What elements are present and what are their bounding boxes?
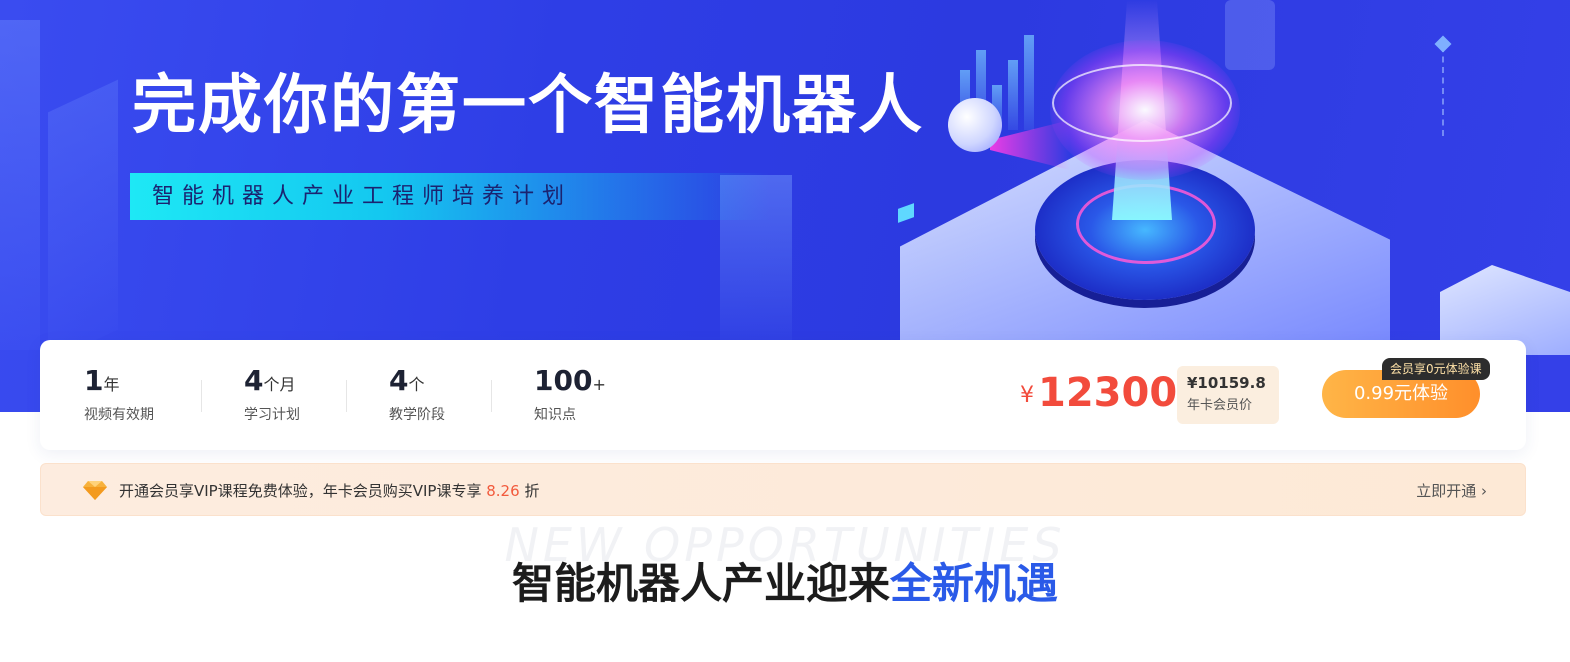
robot-eye-icon bbox=[948, 98, 1002, 152]
stat-unit: + bbox=[592, 375, 606, 394]
stat-label: 视频有效期 bbox=[84, 407, 154, 423]
price-amount: 12300 bbox=[1038, 370, 1178, 416]
hero-title: 完成你的第一个智能机器人 bbox=[132, 69, 924, 143]
divider bbox=[346, 380, 347, 412]
stat-number: 4 bbox=[244, 364, 264, 397]
decor-pillar bbox=[0, 20, 40, 350]
diamond-icon bbox=[83, 481, 107, 500]
hero-subtitle: 智能机器人产业工程师培养计划 bbox=[130, 173, 770, 220]
stat-plan: 4个月 学习计划 bbox=[244, 364, 300, 424]
vip-text-main: 开通会员享VIP课程免费体验，年卡会员购买VIP课专享 bbox=[119, 482, 482, 500]
stat-unit: 个月 bbox=[263, 375, 296, 394]
divider bbox=[201, 380, 202, 412]
stat-label: 学习计划 bbox=[244, 407, 300, 423]
decor-ring bbox=[1052, 64, 1232, 142]
stat-label: 知识点 bbox=[534, 407, 576, 423]
vip-promo-text: 开通会员享VIP课程免费体验，年卡会员购买VIP课专享 8.26 折 bbox=[119, 480, 539, 501]
decor-line bbox=[1442, 46, 1444, 136]
decor-cube bbox=[898, 203, 914, 223]
stat-number: 1 bbox=[84, 364, 104, 397]
member-price-badge: ¥10159.8 年卡会员价 bbox=[1177, 366, 1279, 424]
section-title: 智能机器人产业迎来全新机遇 bbox=[0, 550, 1570, 611]
course-info-card: 1年 视频有效期 4个月 学习计划 4个 教学阶段 100+ 知识点 ¥1230… bbox=[40, 340, 1526, 450]
divider bbox=[491, 380, 492, 412]
stat-number: 100 bbox=[534, 364, 593, 397]
decor-pillar bbox=[48, 79, 118, 363]
currency-symbol: ¥ bbox=[1020, 383, 1034, 408]
member-free-trial-tag: 会员享0元体验课 bbox=[1382, 358, 1490, 380]
section-title-blue: 全新机遇 bbox=[890, 559, 1059, 608]
stat-unit: 个 bbox=[408, 375, 425, 394]
vip-discount: 8.26 bbox=[486, 482, 520, 500]
stat-unit: 年 bbox=[103, 375, 120, 394]
section-title-black: 智能机器人产业迎来 bbox=[511, 559, 890, 608]
chevron-right-icon: › bbox=[1481, 482, 1487, 500]
member-price-value: ¥10159.8 bbox=[1187, 374, 1266, 392]
stat-number: 4 bbox=[389, 364, 409, 397]
stat-validity: 1年 视频有效期 bbox=[84, 364, 154, 424]
open-membership-link[interactable]: 立即开通 › bbox=[1416, 480, 1487, 501]
decor-diamond bbox=[1434, 35, 1452, 53]
stat-knowledge-points: 100+ 知识点 bbox=[534, 364, 606, 424]
vip-promo-bar: 开通会员享VIP课程免费体验，年卡会员购买VIP课专享 8.26 折 立即开通 … bbox=[40, 463, 1526, 516]
course-price: ¥12300 bbox=[1020, 370, 1177, 416]
stat-stages: 4个 教学阶段 bbox=[389, 364, 445, 424]
member-price-label: 年卡会员价 bbox=[1187, 398, 1253, 413]
stat-label: 教学阶段 bbox=[389, 407, 445, 423]
open-membership-label: 立即开通 bbox=[1416, 482, 1477, 500]
decor-card bbox=[1225, 0, 1275, 70]
vip-text-suffix: 折 bbox=[524, 482, 540, 500]
